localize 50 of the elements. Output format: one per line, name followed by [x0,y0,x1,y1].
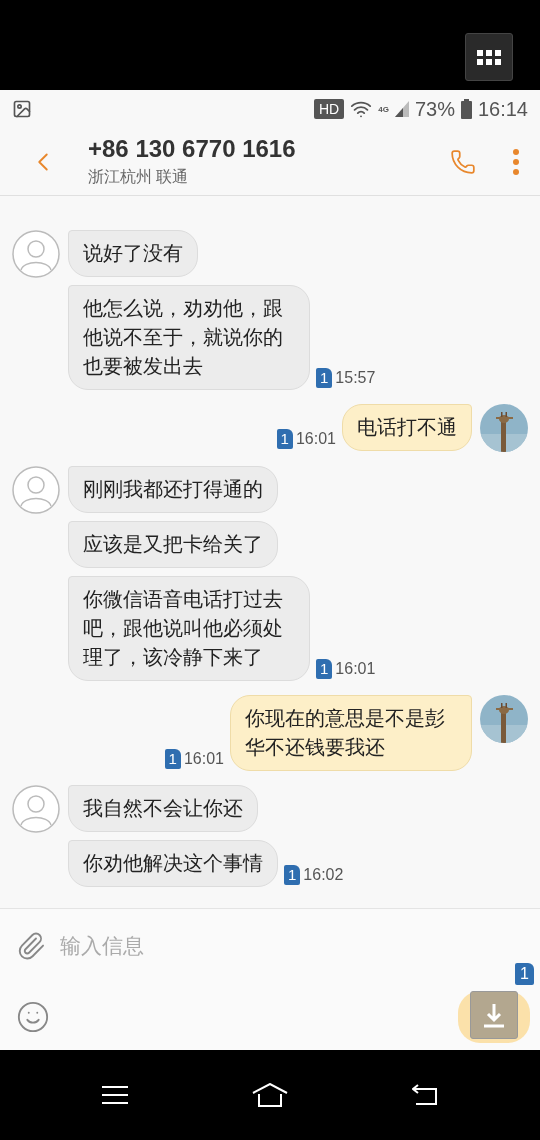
smiley-icon [16,999,50,1034]
contact-location: 浙江杭州 联通 [88,167,190,187]
paperclip-icon [16,931,46,961]
message-input[interactable]: 输入信息 [58,933,524,959]
message-bubble: 电话打不通 [342,404,472,451]
home-button[interactable] [252,1083,288,1107]
attach-button[interactable] [16,931,46,961]
battery-level: 73% [414,97,455,121]
message-time: 16:01 [295,430,336,448]
avatar-icon [12,785,60,833]
message-bubble: 他怎么说，劝劝他，跟他说不至于，就说你的也要被发出去 [68,285,310,390]
home-icon [252,1083,288,1107]
contact-number: +86 130 6770 1616 [88,135,297,163]
back-nav-button[interactable] [412,1084,438,1106]
sim-badge: 1 [515,962,534,985]
return-arrow-icon [412,1084,438,1106]
clock: 16:14 [477,97,528,121]
more-button[interactable] [512,148,520,175]
recent-apps-button[interactable] [102,1085,128,1105]
sim-badge: 1 [164,749,181,769]
signal-icon [394,101,409,117]
menu-icon [102,1085,128,1105]
message-bubble: 我自然不会让你还 [68,785,258,832]
hd-badge: HD [314,99,345,119]
message-bubble: 你微信语音电话打过去吧，跟他说叫他必须处理了，该冷静下来了 [68,576,310,681]
sim-badge: 1 [284,865,301,885]
grid-icon [477,49,501,65]
image-icon [12,99,32,119]
avatar-icon [12,230,60,278]
network-label: 4G [378,104,389,114]
message-time: 16:02 [303,866,344,884]
emoji-button[interactable] [16,999,50,1034]
sim-badge: 1 [316,368,333,388]
message-bubble: 刚刚我都还打得通的 [68,466,278,513]
more-icon [512,148,520,175]
avatar-icon [12,466,60,514]
message-bubble: 你现在的意思是不是彭华不还钱要我还 [230,695,472,771]
sim-badge: 1 [276,429,293,449]
message-time: 16:01 [183,750,224,768]
message-bubble: 应该是又把卡给关了 [68,521,278,568]
message-time: 15:57 [335,369,376,387]
battery-icon [460,99,472,119]
sim-badge: 1 [316,659,333,679]
message-bubble: 你劝他解决这个事情 [68,840,278,887]
call-button[interactable] [450,148,476,175]
grid-button[interactable] [465,33,513,81]
message-bubble: 说好了没有 [68,230,198,277]
phone-icon [450,148,476,175]
message-time: 16:01 [335,660,376,678]
send-button[interactable] [458,990,530,1043]
